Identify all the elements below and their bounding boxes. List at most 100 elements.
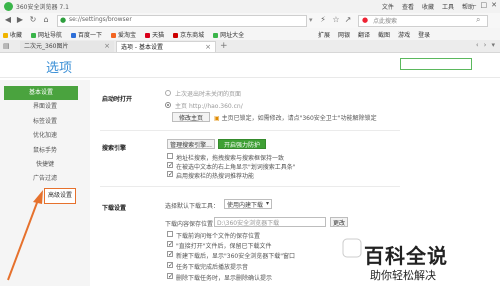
minimize-icon[interactable]: –: [473, 1, 477, 9]
search-engine-label: 搜索引擎: [102, 145, 127, 152]
search-icon[interactable]: ⌕: [476, 15, 480, 25]
toolbar-item[interactable]: 网银: [338, 30, 350, 39]
manage-search-engines-button[interactable]: 管理搜索引擎...: [167, 139, 215, 149]
sidebar-item-basic[interactable]: 基本设置: [4, 86, 78, 100]
toolbar-item[interactable]: 翻译: [358, 30, 370, 39]
tab-settings[interactable]: 选项 - 基本设置 ×: [116, 41, 216, 52]
bookmark-list: 收藏 网址导航 百度一下 爱淘宝 天猫 京东商城 网址大全: [3, 30, 244, 39]
ask-location-checkbox[interactable]: [167, 231, 173, 237]
window-controls: – □ ✕: [473, 1, 497, 9]
refresh-icon[interactable]: ↻: [28, 15, 38, 25]
bookmark-item[interactable]: 百度一下: [71, 30, 102, 39]
menu-file[interactable]: 文件: [382, 2, 394, 11]
download-dir-input[interactable]: D:\360安全浏览器下载: [214, 217, 326, 227]
bookmark-item[interactable]: 爱淘宝: [111, 30, 136, 39]
home-icon[interactable]: ⌂: [41, 15, 51, 25]
lightning-icon[interactable]: ⚡: [318, 15, 328, 25]
site-icon: [71, 33, 77, 38]
bookmark-item[interactable]: 收藏: [3, 30, 22, 39]
section-divider: [100, 130, 400, 131]
ask-location-text: 下载前询问每个文件的保存位置: [176, 233, 261, 240]
search-engine-icon[interactable]: ●: [362, 16, 368, 24]
share-icon[interactable]: ↗: [343, 15, 353, 25]
chevron-left-icon[interactable]: ‹: [476, 41, 479, 49]
header-divider: [0, 77, 500, 78]
shield-icon: ●: [60, 16, 67, 24]
new-tab-icon[interactable]: +: [220, 41, 228, 51]
toolbar-item[interactable]: 截图: [378, 30, 390, 39]
download-tool-label: 选择默认下载工具：: [165, 203, 220, 210]
play-sound-checkbox[interactable]: ✓: [167, 262, 173, 269]
site-icon: [145, 33, 151, 38]
toolbar-item[interactable]: 游戏: [398, 30, 410, 39]
sidebar-item-tabs[interactable]: 标签设置: [0, 115, 90, 129]
site-icon: [173, 33, 179, 38]
startup-last-session-text: 上次退出时未关闭的页面: [175, 91, 242, 98]
startup-homepage-text: 主页 http://hao.360.cn/: [175, 103, 243, 110]
delete-confirm-checkbox[interactable]: ✓: [167, 273, 173, 280]
url-text[interactable]: se://settings/browser: [69, 16, 132, 23]
startup-homepage-radio[interactable]: [165, 102, 171, 108]
enable-protection-button[interactable]: 开启强力防护: [218, 139, 266, 149]
change-dir-button[interactable]: 更改: [330, 217, 348, 227]
url-dropdown-icon[interactable]: ▾: [309, 16, 313, 24]
show-window-checkbox[interactable]: ✓: [167, 251, 173, 258]
forward-icon[interactable]: ▶: [15, 15, 25, 25]
search-sync-checkbox[interactable]: [167, 153, 173, 159]
sidebar-item-adblock[interactable]: 广告过滤: [0, 172, 90, 186]
site-icon: [213, 33, 219, 38]
back-icon[interactable]: ◀: [3, 15, 13, 25]
bookmark-item[interactable]: 网址大全: [213, 30, 244, 39]
keep-file-text: "直接打开"文件后，保留已下载文件: [176, 243, 272, 250]
search-placeholder: 点此搜索: [373, 18, 398, 25]
tab-scroll-controls: ‹ › ▾: [476, 41, 495, 49]
close-icon[interactable]: ×: [104, 41, 110, 52]
sidebar-item-interface[interactable]: 界面设置: [0, 100, 90, 114]
menu-bar: 文件 查看 收藏 工具 帮助: [382, 2, 474, 11]
section-divider: [100, 186, 400, 187]
show-window-text: 新建下载后，显示"360安全浏览器下载"窗口: [176, 253, 295, 260]
hot-search-checkbox[interactable]: ✓: [167, 171, 173, 178]
selection-search-checkbox[interactable]: ✓: [167, 162, 173, 169]
download-dir-label: 下载内容保存位置：: [165, 221, 220, 228]
homepage-locked-notice: ▣ 主页已锁定，如需修改，请点"360安全卫士"功能解除锁定: [214, 115, 377, 122]
close-icon[interactable]: ✕: [491, 1, 497, 9]
toolbar-item[interactable]: 登录: [418, 30, 430, 39]
play-sound-text: 任务下载完成后播放提示音: [176, 264, 249, 271]
menu-favorites[interactable]: 收藏: [422, 2, 434, 11]
selection-search-text: 在被选中文本的右上角显示"划词搜索工具条": [176, 164, 296, 171]
download-label: 下载设置: [102, 205, 127, 212]
menu-view[interactable]: 查看: [402, 2, 414, 11]
maximize-icon[interactable]: □: [481, 1, 488, 9]
highlight-arrow-icon: [7, 190, 43, 281]
star-icon[interactable]: ☆: [331, 15, 341, 25]
settings-search-input[interactable]: [400, 58, 472, 70]
close-icon[interactable]: ×: [205, 42, 211, 53]
change-homepage-button[interactable]: 修改主页: [172, 112, 210, 122]
site-icon: [31, 33, 37, 38]
chevron-down-icon: ▾: [265, 200, 269, 207]
chevron-right-icon[interactable]: ›: [484, 41, 487, 49]
watermark-logo-icon: [342, 238, 362, 258]
star-icon: [3, 33, 8, 38]
bookmark-item[interactable]: 京东商城: [173, 30, 204, 39]
startup-label: 启动时打开: [102, 96, 133, 103]
sidebar-item-gestures[interactable]: 鼠标手势: [0, 144, 90, 158]
window-title: 360安全浏览器 7.1: [16, 4, 69, 11]
sidebar-item-optimize[interactable]: 优化加速: [0, 129, 90, 143]
startup-last-session-radio[interactable]: [165, 90, 171, 96]
browser-logo-icon: [4, 2, 13, 11]
menu-tools[interactable]: 工具: [442, 2, 454, 11]
download-tool-select[interactable]: 使用内建下载 ▾: [224, 199, 272, 209]
tab-images[interactable]: 二次元_360图片 ×: [20, 41, 114, 52]
chevron-down-icon[interactable]: ▾: [491, 41, 495, 49]
sidebar-item-shortcuts[interactable]: 快捷键: [0, 158, 90, 172]
bookmark-item[interactable]: 天猫: [145, 30, 164, 39]
tab-controls: ▤: [3, 42, 10, 50]
page-title: 选项: [46, 61, 73, 76]
bookmark-item[interactable]: 网址导航: [31, 30, 62, 39]
toolbar-item[interactable]: 扩展: [318, 30, 330, 39]
tab-list-icon[interactable]: ▤: [3, 42, 10, 50]
keep-file-checkbox[interactable]: ✓: [167, 241, 173, 248]
lock-icon: ▣: [214, 115, 220, 122]
